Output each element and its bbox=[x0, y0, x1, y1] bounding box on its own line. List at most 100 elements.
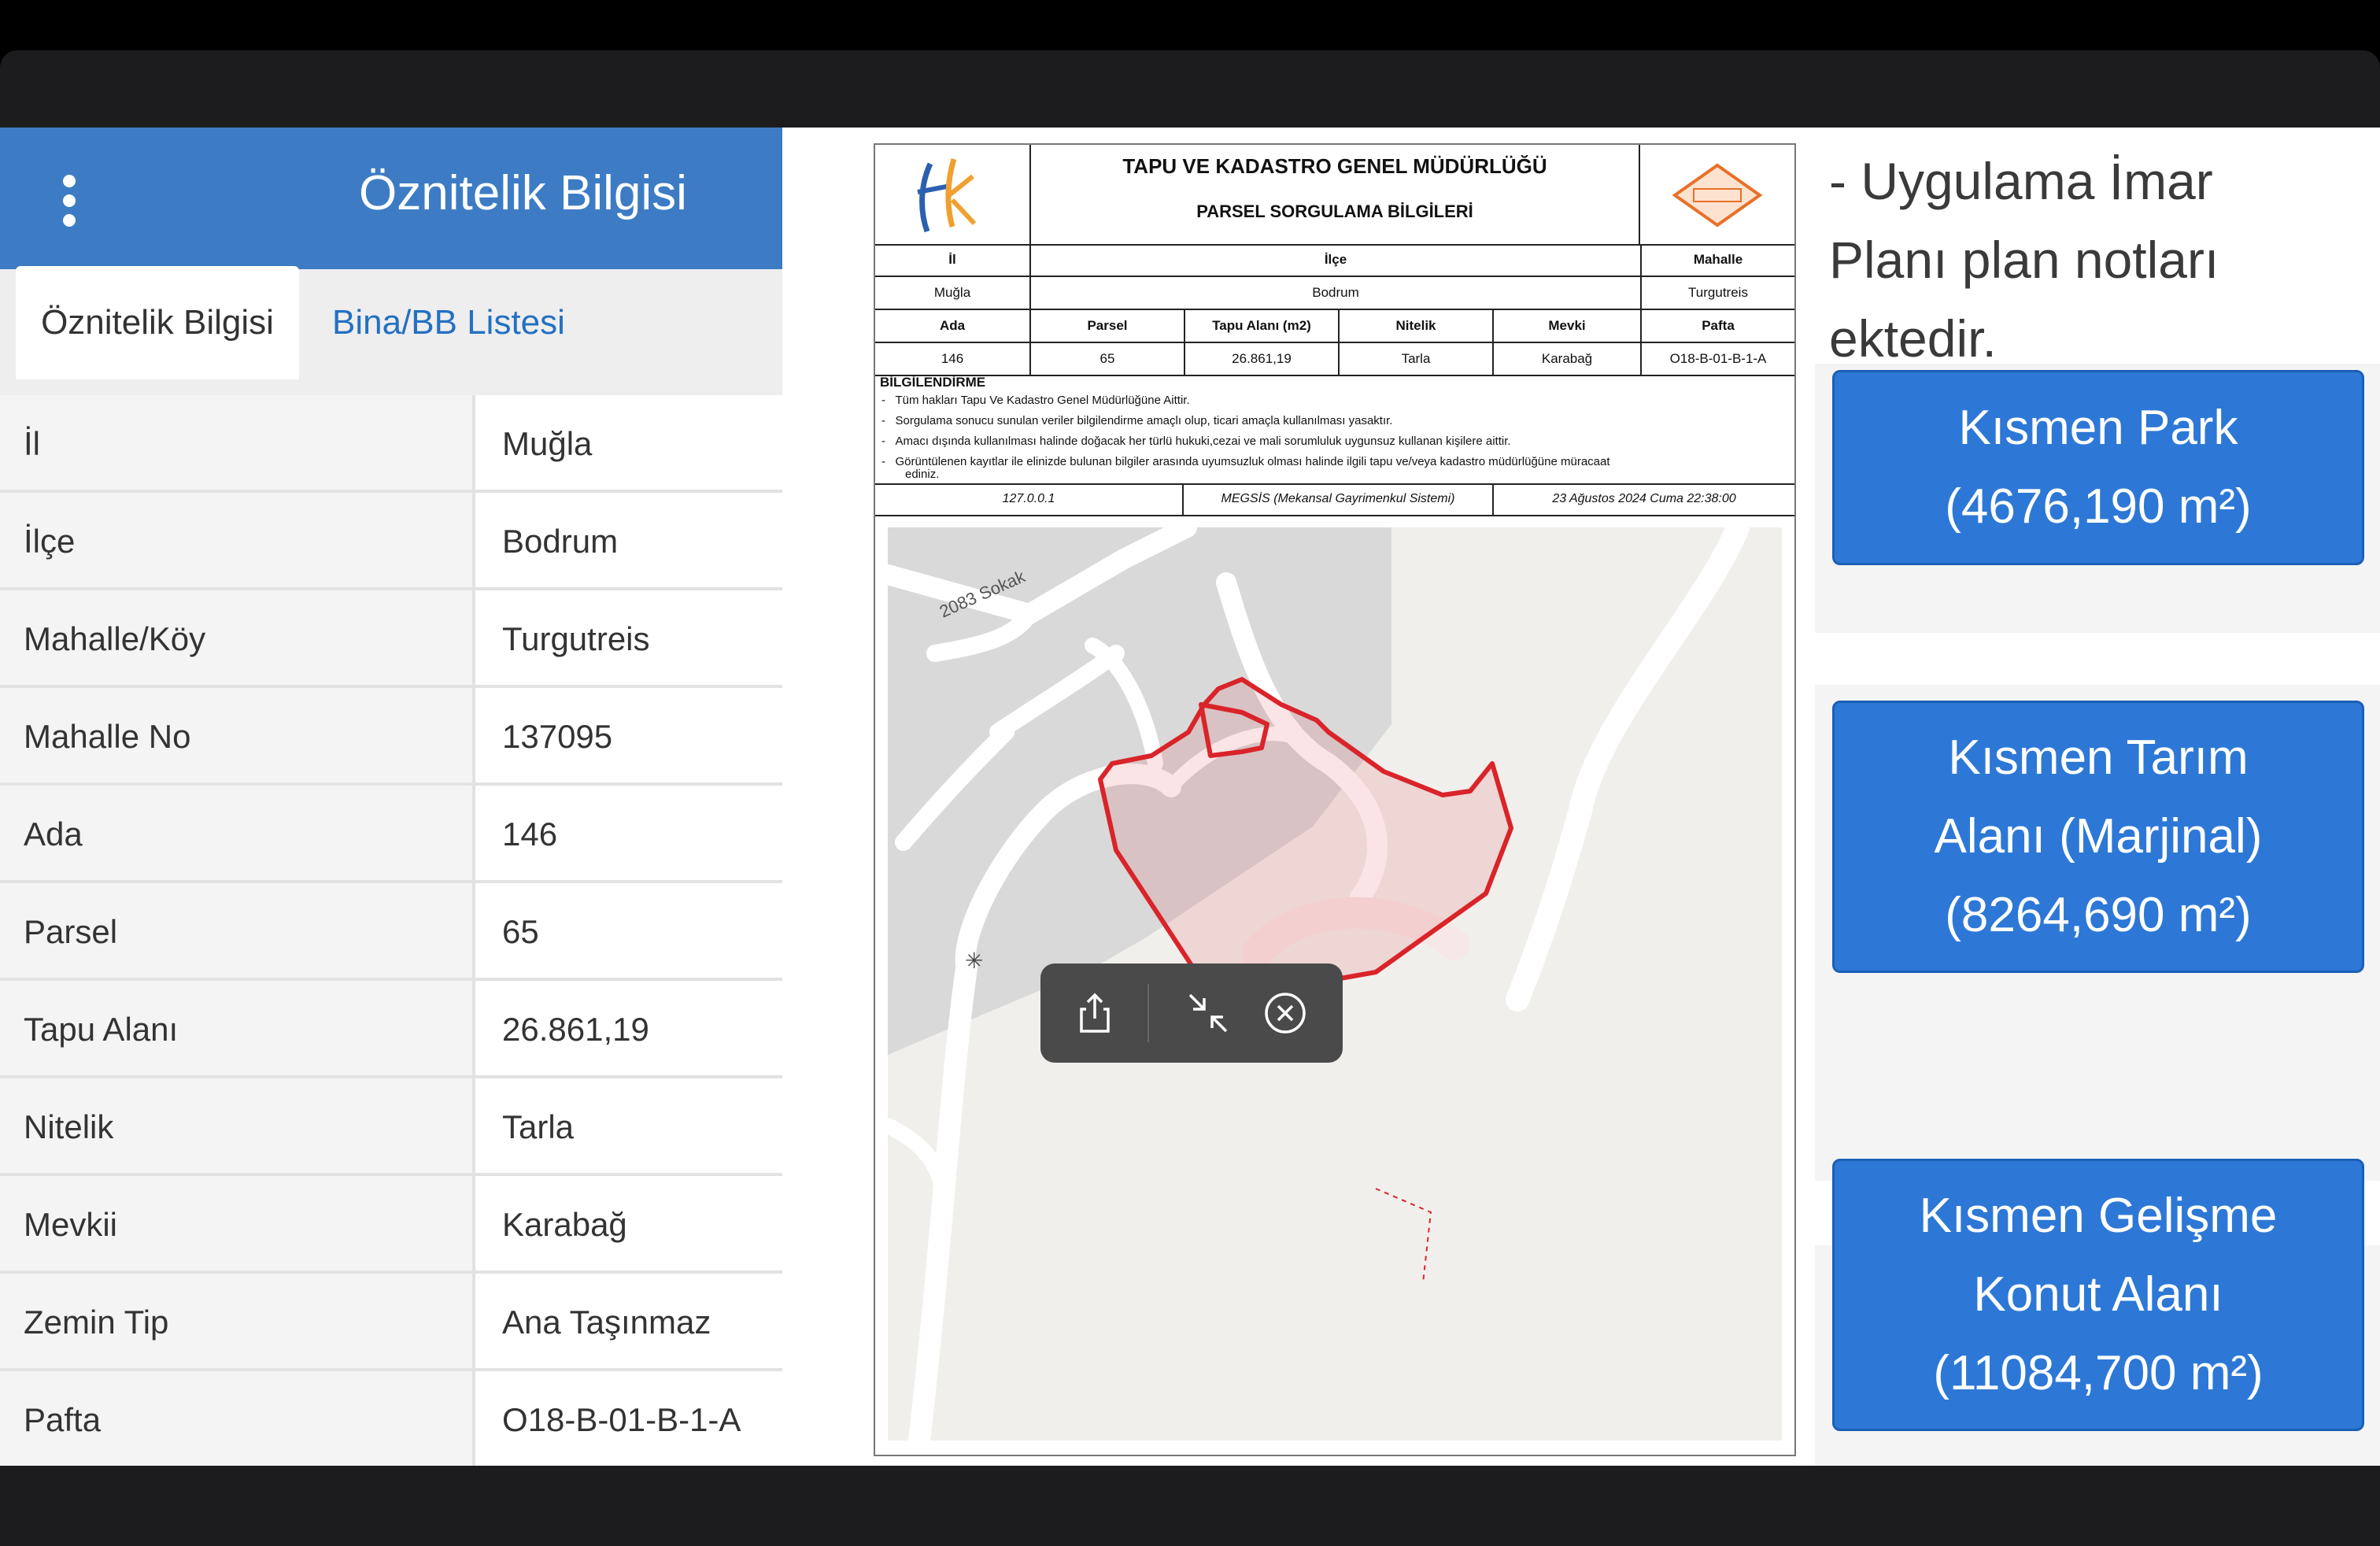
attr-key-cell: Zemin Tip bbox=[0, 1274, 475, 1368]
table-row: Mahalle/Köy Turgutreis bbox=[0, 590, 782, 688]
document-row: Ada Parsel Tapu Alanı (m2) Nitelik Mevki… bbox=[875, 310, 1794, 343]
table-row: Pafta O18-B-01-B-1-A bbox=[0, 1371, 782, 1466]
doc-header-cell: Nitelik bbox=[1340, 310, 1494, 342]
toolbar-divider bbox=[1148, 984, 1149, 1042]
plan-notes: - Uygulama İmar Planı plan notları ekted… bbox=[1829, 142, 2380, 378]
doc-header-cell: İlçe bbox=[1031, 244, 1642, 276]
attr-key-cell: Mahalle No bbox=[0, 688, 475, 782]
zone-line: Kısmen Tarım bbox=[1948, 730, 2249, 785]
document-table: İl İlçe Mahalle Muğla Bodrum Turgutreis … bbox=[875, 244, 1794, 376]
attr-value: Karabağ bbox=[502, 1206, 627, 1243]
zone-line: Kısmen Gelişme bbox=[1919, 1189, 2278, 1243]
attr-key: Tapu Alanı bbox=[24, 1011, 179, 1048]
table-row: İlçe Bodrum bbox=[0, 493, 782, 590]
info-section: BİLGİLENDİRME - Tüm hakları Tapu Ve Kada… bbox=[875, 373, 1794, 485]
content-area: Öznitelik Bilgisi Öznitelik Bilgisi Bina… bbox=[0, 128, 2380, 1466]
zone-line: (8264,690 m²) bbox=[1945, 888, 2252, 942]
attr-key: Zemin Tip bbox=[24, 1304, 169, 1341]
notes-line: - Uygulama İmar bbox=[1829, 152, 2213, 210]
attr-key: Ada bbox=[24, 816, 83, 853]
table-row: Mahalle No 137095 bbox=[0, 688, 782, 786]
doc-header-cell: Mahalle bbox=[1693, 252, 1743, 267]
doc-header-cell: İl bbox=[875, 244, 1031, 276]
attr-value: O18-B-01-B-1-A bbox=[502, 1401, 741, 1438]
info-line: ediniz. bbox=[905, 468, 940, 481]
footer-date: 23 Ağustos 2024 Cuma 22:38:00 bbox=[1552, 492, 1736, 505]
iso-stamp-logo bbox=[1639, 145, 1794, 244]
attr-key-cell: İlçe bbox=[0, 493, 475, 587]
document-row: 146 65 26.861,19 Tarla Karabağ O18-B-01-… bbox=[875, 343, 1794, 376]
attr-key-cell: Parsel bbox=[0, 883, 475, 978]
attr-value: Ana Taşınmaz bbox=[502, 1304, 711, 1341]
close-icon[interactable] bbox=[1259, 987, 1311, 1039]
attr-key-cell: Nitelik bbox=[0, 1078, 475, 1173]
doc-header-cell: Parsel bbox=[1031, 310, 1185, 342]
document-row: Muğla Bodrum Turgutreis bbox=[875, 277, 1794, 310]
attr-value: Tarla bbox=[502, 1108, 575, 1145]
attr-value: 65 bbox=[502, 913, 539, 950]
attr-key: İlçe bbox=[24, 523, 76, 560]
doc-value-cell: Turgutreis bbox=[1688, 285, 1748, 300]
table-row: Parsel 65 bbox=[0, 883, 782, 981]
info-title: BİLGİLENDİRME bbox=[880, 375, 986, 390]
panel-header: Öznitelik Bilgisi bbox=[0, 128, 782, 269]
table-row: Tapu Alanı 26.861,19 bbox=[0, 981, 782, 1078]
collapse-icon[interactable] bbox=[1182, 987, 1234, 1039]
table-row: Nitelik Tarla bbox=[0, 1078, 782, 1176]
attr-key-cell: Tapu Alanı bbox=[0, 981, 475, 1075]
document-footer: 127.0.0.1 MEGSİS (Mekansal Gayrimenkul S… bbox=[875, 483, 1794, 516]
notes-line: Planı plan notları bbox=[1829, 231, 2219, 289]
parcel-document: TAPU VE KADASTRO GENEL MÜDÜRLÜĞÜ PARSEL … bbox=[874, 143, 1796, 1456]
footer-system: MEGSİS (Mekansal Gayrimenkul Sistemi) bbox=[1184, 483, 1494, 515]
attribute-table: İl Muğla İlçe Bodrum Mahalle/Köy Turgutreis… bbox=[0, 395, 782, 1466]
zone-line: (11084,700 m²) bbox=[1933, 1346, 2264, 1400]
attr-key-cell: Mahalle/Köy bbox=[0, 590, 475, 685]
attribute-panel: Öznitelik Bilgisi Öznitelik Bilgisi Bina… bbox=[0, 128, 782, 1466]
doc-header-cell: Ada bbox=[875, 310, 1031, 342]
more-menu-icon[interactable] bbox=[58, 175, 80, 230]
attr-key-cell: Ada bbox=[0, 786, 475, 880]
attr-key: Mahalle/Köy bbox=[24, 620, 206, 657]
doc-header-cell: Tapu Alanı (m2) bbox=[1185, 310, 1340, 342]
attr-key: Pafta bbox=[24, 1401, 102, 1438]
attr-value: 26.861,19 bbox=[502, 1011, 649, 1048]
window-bottom-bar bbox=[0, 1466, 2380, 1546]
attr-key-cell: Pafta bbox=[0, 1371, 475, 1466]
tkgm-logo bbox=[875, 145, 1031, 244]
attr-value: 137095 bbox=[502, 718, 613, 755]
zone-housing-button[interactable]: Kısmen Gelişme Konut Alanı (11084,700 m²… bbox=[1832, 1159, 2364, 1431]
doc-value-cell: 26.861,19 bbox=[1185, 343, 1340, 375]
share-icon[interactable] bbox=[1069, 987, 1121, 1039]
doc-value-cell: 146 bbox=[875, 343, 1031, 375]
document-title: TAPU VE KADASTRO GENEL MÜDÜRLÜĞÜ bbox=[1122, 154, 1547, 178]
attr-key: İl bbox=[24, 425, 40, 462]
document-row: İl İlçe Mahalle bbox=[875, 244, 1794, 277]
info-line: - Amacı dışında kullanılması halinde doğ… bbox=[881, 435, 1511, 448]
tab-attribute-info[interactable]: Öznitelik Bilgisi bbox=[16, 266, 299, 379]
zone-park-button[interactable]: Kısmen Park (4676,190 m²) bbox=[1832, 370, 2364, 565]
table-row: Zemin Tip Ana Taşınmaz bbox=[0, 1274, 782, 1371]
attr-key: Parsel bbox=[24, 913, 118, 950]
table-row: Ada 146 bbox=[0, 786, 782, 883]
footer-ip: 127.0.0.1 bbox=[875, 483, 1184, 515]
viewer-toolbar bbox=[1040, 963, 1343, 1063]
attr-key: Mevkii bbox=[24, 1206, 118, 1243]
doc-value-cell: O18-B-01-B-1-A bbox=[1669, 351, 1767, 366]
doc-header-cell: Mevki bbox=[1494, 310, 1642, 342]
top-black-band bbox=[0, 0, 2380, 50]
tab-building-list[interactable]: Bina/BB Listesi bbox=[332, 266, 565, 379]
attr-key: Nitelik bbox=[24, 1108, 114, 1145]
zone-agriculture-button[interactable]: Kısmen Tarım Alanı (Marjinal) (8264,690 … bbox=[1832, 701, 2364, 973]
table-row: İl Muğla bbox=[0, 395, 782, 493]
doc-value-cell: Karabağ bbox=[1494, 343, 1642, 375]
doc-value-cell: Bodrum bbox=[1031, 277, 1642, 309]
document-header: TAPU VE KADASTRO GENEL MÜDÜRLÜĞÜ PARSEL … bbox=[875, 145, 1794, 246]
window-top-bar bbox=[0, 50, 2380, 128]
doc-value-cell: Tarla bbox=[1340, 343, 1494, 375]
info-line: - Sorgulama sonucu sunulan veriler bilgi… bbox=[881, 414, 1393, 427]
attr-key-cell: İl bbox=[0, 395, 475, 490]
attr-value: 146 bbox=[502, 816, 558, 853]
map-marker-icon: ✳ bbox=[965, 948, 983, 974]
attr-value: Turgutreis bbox=[502, 620, 650, 657]
attr-value: Muğla bbox=[502, 425, 593, 462]
